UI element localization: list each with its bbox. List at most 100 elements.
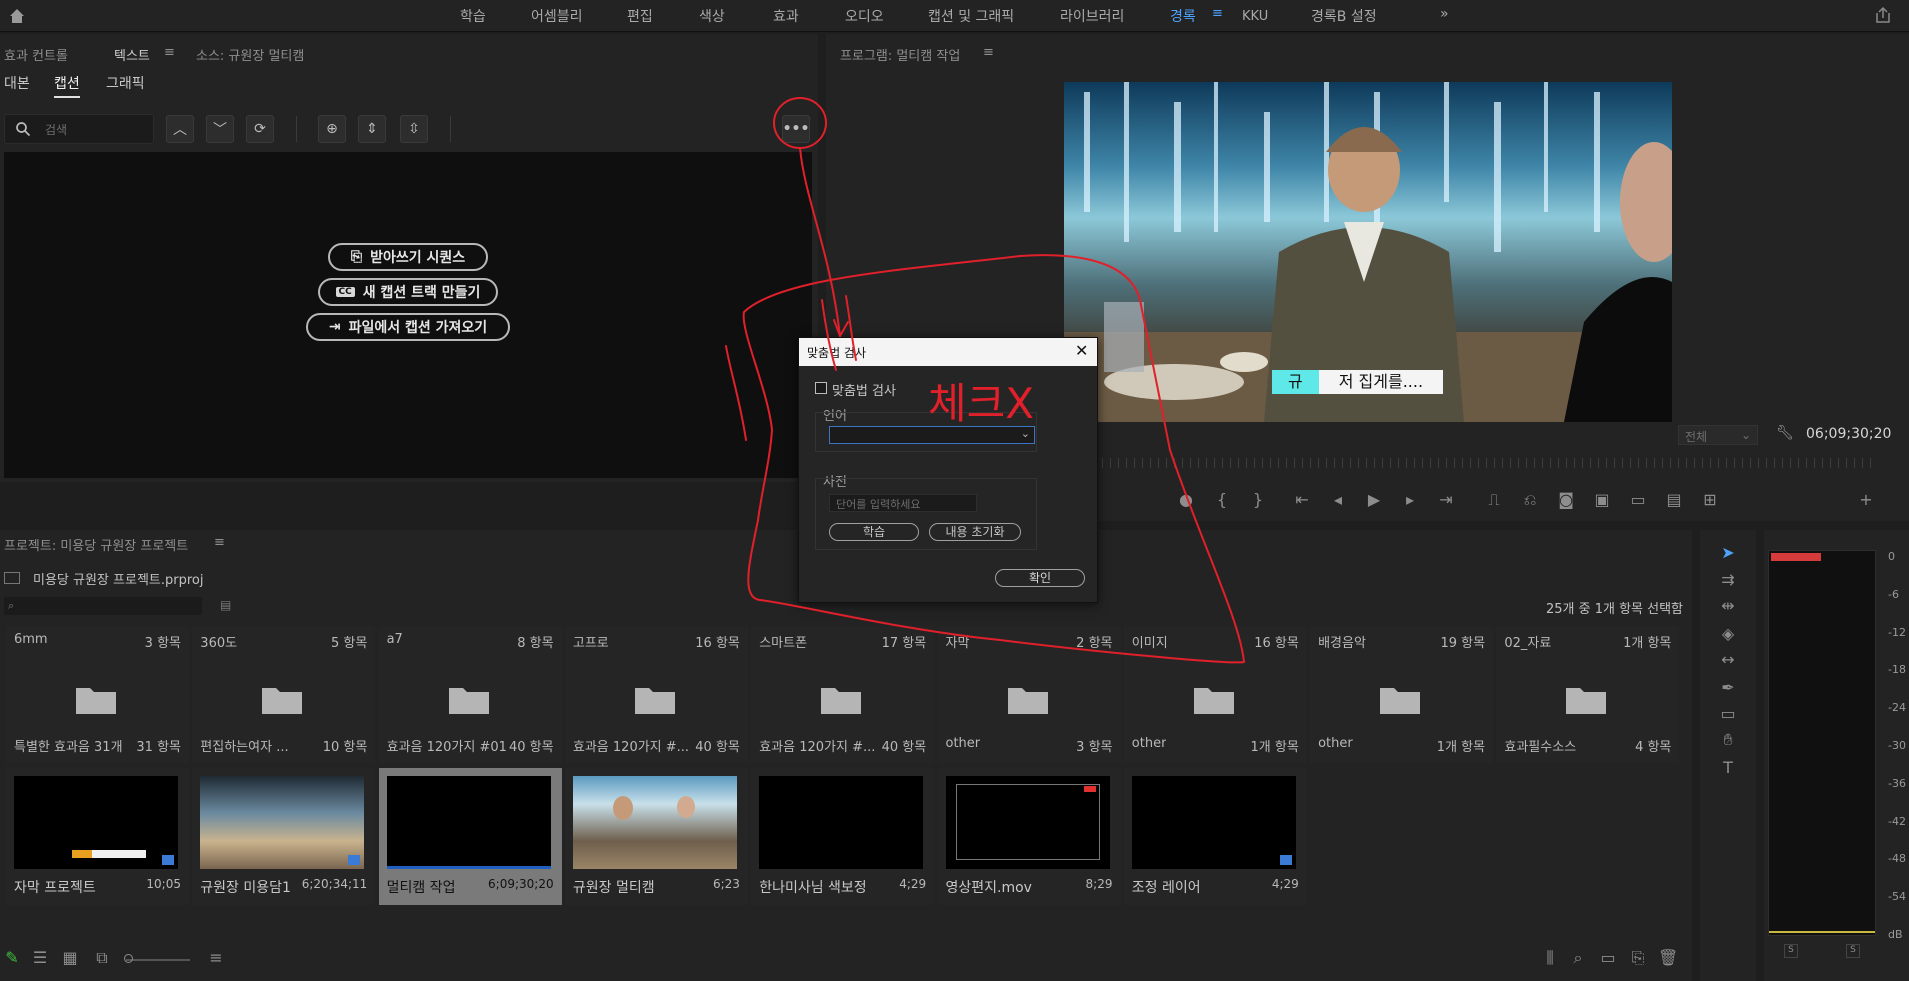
trash-icon[interactable]: 🗑︎ (1658, 948, 1678, 967)
share-icon[interactable] (1874, 6, 1892, 24)
freeform-view-icon[interactable]: ⧉ (92, 948, 112, 968)
learn-button[interactable]: 학습 (829, 523, 919, 541)
playhead-timecode[interactable]: 06;09;30;20 (1806, 426, 1891, 442)
replace-button[interactable]: ⟳ (246, 115, 274, 143)
new-search-bin-icon[interactable]: ▤ (220, 598, 231, 612)
subtab-captions[interactable]: 캡션 (54, 73, 80, 98)
tab-menu-icon[interactable]: ≡ (1212, 6, 1223, 21)
pen-tool-icon[interactable]: ✒ (1718, 678, 1738, 697)
bin-item[interactable]: 360도 5 항목 편집하는여자 ... 10 항목 (192, 626, 376, 763)
solo-left-button[interactable]: S (1784, 944, 1798, 958)
go-to-out-icon[interactable]: ⇥ (1436, 490, 1456, 509)
add-marker-icon[interactable]: ● (1176, 490, 1196, 509)
slip-tool-icon[interactable]: ↔ (1718, 650, 1738, 669)
step-forward-icon[interactable]: ▸ (1400, 490, 1420, 509)
previous-caption-button[interactable]: ︿ (166, 115, 194, 143)
zoom-slider[interactable] (126, 959, 190, 961)
home-icon[interactable] (8, 7, 26, 25)
panel-menu-icon[interactable]: ≡ (983, 45, 994, 60)
project-search-input[interactable]: ⌕ (4, 597, 202, 615)
pencil-icon[interactable]: ✎ (2, 948, 22, 967)
find-icon[interactable]: ⌕ (1568, 948, 1588, 968)
automate-to-sequence-icon[interactable]: ⫼ (1540, 948, 1560, 968)
tab-effect-controls[interactable]: 효과 컨트롤 (4, 45, 68, 64)
tab-effects[interactable]: 효과 (773, 6, 799, 26)
wrench-icon[interactable]: 🔧︎ (1776, 425, 1794, 441)
more-options-button[interactable]: ••• (782, 115, 810, 143)
clip-item[interactable]: 조정 레이어 4;29 (1123, 768, 1307, 905)
sort-icon[interactable]: ≡ (206, 948, 226, 967)
tab-libraries[interactable]: 라이브러리 (1060, 6, 1124, 26)
word-input[interactable]: 단어를 입력하세요 (829, 494, 977, 512)
clip-item[interactable]: 규원장 미용담1 6;20;34;11 (192, 768, 376, 905)
clip-item[interactable]: 규원장 멀티캠 6;23 (564, 768, 748, 905)
tab-edit[interactable]: 편집 (627, 6, 653, 26)
comparison-view-icon[interactable]: ▣ (1592, 490, 1612, 509)
multicam-icon[interactable]: ▤ (1664, 490, 1684, 509)
clip-item[interactable]: 자막 프로젝트 10;05 (6, 768, 189, 905)
tab-color[interactable]: 색상 (699, 6, 725, 26)
split-caption-button[interactable]: ⇕ (358, 115, 386, 143)
caption-overlay[interactable]: 규 저 집게를.... (1272, 370, 1444, 394)
bin-item[interactable]: 자막 2 항목 other 3 항목 (937, 626, 1121, 763)
zoom-slider-thumb[interactable] (124, 954, 133, 963)
next-caption-button[interactable]: ﹀ (206, 115, 234, 143)
subtab-transcript[interactable]: 대본 (4, 73, 30, 93)
zoom-select[interactable]: 전체 ⌄ (1678, 425, 1758, 445)
spellcheck-checkbox[interactable] (815, 382, 827, 394)
bin-item[interactable]: a7 8 항목 효과음 120가지 #01 40 항목 (378, 626, 562, 763)
bin-item[interactable]: 스마트폰 17 항목 효과음 120가지 #... 40 항목 (751, 626, 935, 763)
mark-in-icon[interactable]: { (1212, 490, 1232, 509)
close-icon[interactable]: ✕ (1075, 341, 1088, 360)
tab-captions-graphics[interactable]: 캡션 및 그래픽 (928, 6, 1014, 26)
step-back-icon[interactable]: ◂ (1328, 490, 1348, 509)
merge-caption-button[interactable]: ⇳ (400, 115, 428, 143)
hand-tool-icon[interactable]: ✋︎ (1718, 730, 1738, 750)
tab-gyeongrok-b[interactable]: 경록B 설정 (1311, 6, 1377, 26)
bin-item[interactable]: 고프로 16 항목 효과음 120가지 #... 40 항목 (564, 626, 748, 763)
video-frame[interactable]: 규 저 집게를.... (1064, 82, 1672, 422)
new-item-icon[interactable]: ⎘ (1628, 948, 1648, 968)
language-select[interactable]: ⌄ (829, 426, 1035, 444)
tab-kku[interactable]: KKU (1242, 9, 1268, 24)
transcribe-sequence-button[interactable]: ⎘ 받아쓰기 시퀀스 (328, 243, 488, 271)
ripple-edit-tool-icon[interactable]: ⇹ (1718, 596, 1738, 615)
bin-item[interactable]: 배경음악 19 항목 other 1개 항목 (1310, 626, 1494, 763)
vr-icon[interactable]: ⊞ (1700, 490, 1720, 509)
tab-audio[interactable]: 오디오 (845, 6, 884, 26)
tab-gyeongrok[interactable]: 경록 (1170, 6, 1196, 26)
lift-icon[interactable]: ⎍ (1484, 490, 1504, 510)
rectangle-tool-icon[interactable]: ▭ (1718, 704, 1738, 723)
new-bin-icon[interactable]: ▭ (1598, 948, 1618, 967)
ok-button[interactable]: 확인 (995, 569, 1085, 587)
panel-menu-icon[interactable]: ≡ (164, 45, 175, 60)
safe-margins-icon[interactable]: ▭ (1628, 490, 1648, 509)
icon-view-icon[interactable]: ▦ (60, 948, 80, 967)
clip-item[interactable]: 멀티캠 작업 6;09;30;20 (378, 768, 562, 905)
caption-search-input[interactable]: 검색 (4, 114, 154, 144)
razor-tool-icon[interactable]: ◈ (1718, 624, 1738, 643)
tab-source[interactable]: 소스: 규원장 멀티캠 (196, 45, 304, 64)
subtab-graphics[interactable]: 그래픽 (106, 73, 145, 93)
mark-out-icon[interactable]: } (1248, 490, 1268, 509)
go-to-in-icon[interactable]: ⇤ (1292, 490, 1312, 509)
add-button-icon[interactable]: + (1856, 490, 1876, 509)
more-workspaces-icon[interactable]: » (1440, 6, 1449, 22)
import-captions-button[interactable]: ⇥ 파일에서 캡션 가져오기 (306, 313, 510, 341)
track-select-tool-icon[interactable]: ⇉ (1718, 570, 1738, 589)
bin-item[interactable]: 02_자료 1개 항목 효과필수소스 4 항목 (1496, 626, 1680, 763)
type-tool-icon[interactable]: T (1718, 758, 1738, 777)
tab-assembly[interactable]: 어셈블리 (531, 6, 583, 26)
play-icon[interactable]: ▶ (1364, 490, 1384, 509)
selection-tool-icon[interactable]: ➤ (1718, 543, 1738, 562)
solo-right-button[interactable]: S (1846, 944, 1860, 958)
extract-icon[interactable]: ⎌ (1520, 490, 1540, 510)
tab-learn[interactable]: 학습 (460, 6, 486, 26)
reset-button[interactable]: 내용 초기화 (929, 523, 1021, 541)
camera-icon[interactable]: ◙ (1556, 490, 1576, 509)
tab-text[interactable]: 텍스트 (114, 45, 150, 64)
time-ruler[interactable] (1102, 458, 1872, 468)
add-caption-button[interactable]: ⊕ (318, 115, 346, 143)
clip-item[interactable]: 영상편지.mov 8;29 (937, 768, 1121, 905)
panel-menu-icon[interactable]: ≡ (214, 535, 225, 550)
